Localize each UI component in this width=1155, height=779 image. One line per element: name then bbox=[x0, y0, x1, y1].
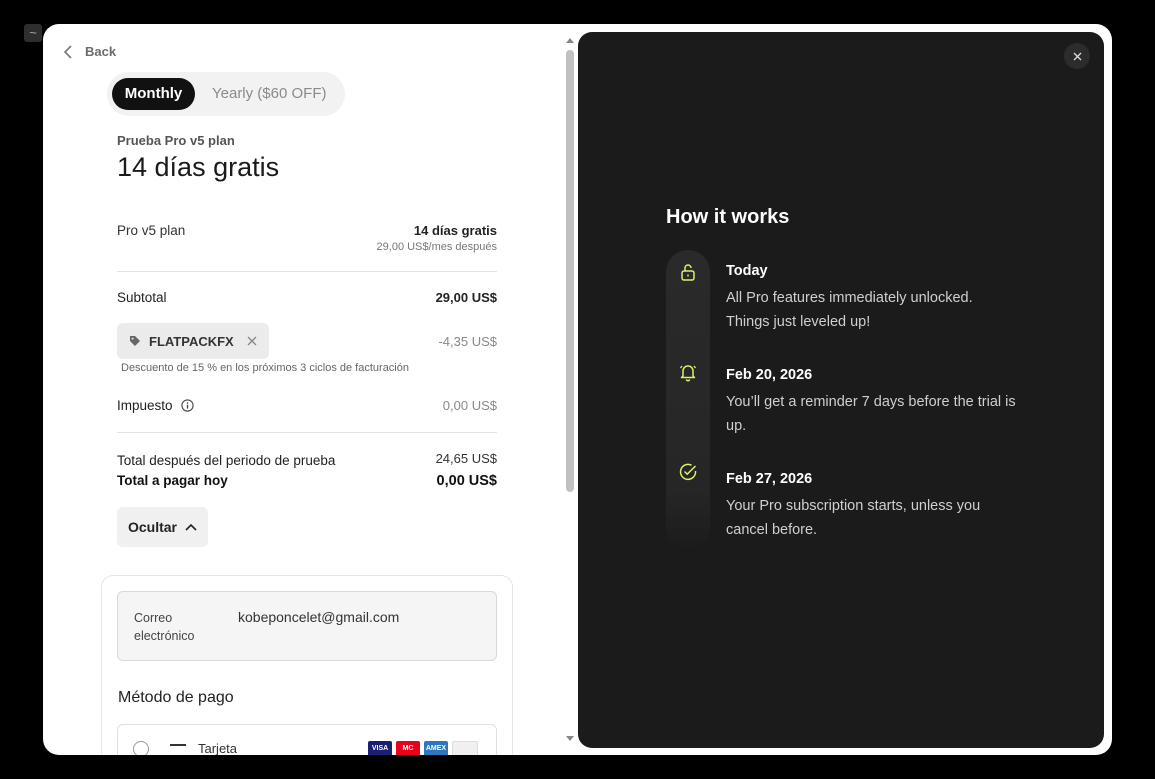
plan-after-price: 29,00 US$/mes después bbox=[376, 241, 497, 253]
bell-icon bbox=[679, 365, 697, 382]
due-today-row: Total a pagar hoy 0,00 US$ bbox=[117, 473, 497, 493]
subtotal-row: Subtotal 29,00 US$ bbox=[117, 290, 497, 308]
chevron-up-icon bbox=[185, 523, 197, 531]
plan-price: 14 días gratis bbox=[413, 223, 497, 238]
coupon-amount-row: -4,35 US$ bbox=[117, 334, 497, 352]
mastercard-logo: MC bbox=[396, 741, 420, 755]
step-text: Your Pro subscription starts, unless you… bbox=[726, 498, 981, 538]
plan-row: Pro v5 plan 14 días gratis 29,00 US$/mes… bbox=[117, 223, 497, 257]
unlock-icon bbox=[681, 264, 695, 281]
chevron-left-icon bbox=[63, 44, 72, 59]
back-button[interactable]: Back bbox=[63, 44, 116, 59]
subtotal-label: Subtotal bbox=[117, 290, 167, 305]
step-text: You’ll get a reminder 7 days before the … bbox=[726, 394, 1016, 434]
email-value: kobeponcelet@gmail.com bbox=[238, 609, 400, 625]
step-text: All Pro features immediately unlocked. T… bbox=[726, 290, 973, 330]
plan-name: Pro v5 plan bbox=[117, 223, 186, 238]
email-label: Correo electrónico bbox=[134, 611, 195, 643]
visa-logo: VISA bbox=[368, 741, 392, 755]
amex-logo: AMEX bbox=[424, 741, 448, 755]
toggle-monthly[interactable]: Monthly bbox=[112, 78, 195, 110]
check-circle-icon bbox=[679, 463, 697, 481]
billing-toggle: Monthly Yearly ($60 OFF) bbox=[107, 72, 345, 116]
plan-subtitle: Prueba Pro v5 plan bbox=[117, 133, 235, 148]
payment-method-title: Método de pago bbox=[118, 689, 234, 706]
subtotal-value: 29,00 US$ bbox=[435, 290, 497, 305]
discover-logo bbox=[452, 741, 478, 755]
close-button[interactable] bbox=[1064, 43, 1090, 69]
toggle-yearly[interactable]: Yearly ($60 OFF) bbox=[212, 78, 327, 110]
plan-title: 14 días gratis bbox=[117, 152, 280, 182]
email-field[interactable]: Correo electrónico kobeponcelet@gmail.co… bbox=[117, 591, 497, 661]
tax-label: Impuesto bbox=[117, 398, 173, 413]
divider bbox=[117, 271, 497, 272]
tax-row: Impuesto 0,00 US$ bbox=[117, 398, 497, 416]
checkout-modal: Back Monthly Yearly ($60 OFF) Prueba Pro… bbox=[43, 24, 1112, 755]
card-brands: VISA MC AMEX bbox=[368, 741, 478, 755]
back-label: Back bbox=[85, 44, 117, 59]
payment-option-card[interactable]: Tarjeta VISA MC AMEX bbox=[117, 724, 497, 755]
scrollbar-thumb[interactable] bbox=[566, 50, 574, 492]
divider bbox=[117, 432, 497, 433]
after-trial-label: Total después del periodo de prueba bbox=[117, 453, 336, 468]
checkout-pane: Back Monthly Yearly ($60 OFF) Prueba Pro… bbox=[43, 24, 563, 755]
coupon-note: Descuento de 15 % en los próximos 3 cicl… bbox=[121, 362, 409, 374]
hide-details-label: Ocultar bbox=[127, 519, 177, 535]
payment-card: Correo electrónico kobeponcelet@gmail.co… bbox=[101, 575, 513, 755]
coupon-amount: -4,35 US$ bbox=[438, 334, 497, 349]
payment-option-label: Tarjeta bbox=[198, 741, 238, 755]
tax-value: 0,00 US$ bbox=[442, 398, 497, 413]
info-icon[interactable] bbox=[180, 399, 194, 412]
app-icon: ~ bbox=[24, 24, 42, 42]
scroll-down-arrow[interactable] bbox=[566, 736, 574, 741]
scroll-up-arrow[interactable] bbox=[566, 38, 574, 43]
step-title: Feb 20, 2026 bbox=[726, 367, 813, 383]
how-it-works-title: How it works bbox=[666, 206, 790, 228]
due-today-value: 0,00 US$ bbox=[436, 473, 497, 489]
close-icon bbox=[1073, 52, 1081, 60]
credit-card-icon bbox=[170, 744, 186, 755]
step-title: Feb 27, 2026 bbox=[726, 471, 813, 487]
after-trial-value: 24,65 US$ bbox=[435, 451, 497, 466]
card-radio[interactable] bbox=[133, 741, 149, 755]
timeline-rail bbox=[666, 250, 710, 550]
hide-details-button[interactable]: Ocultar bbox=[117, 507, 208, 547]
due-today-label: Total a pagar hoy bbox=[117, 473, 228, 488]
scrollbar[interactable] bbox=[565, 34, 575, 745]
after-trial-row: Total después del periodo de prueba 24,6… bbox=[117, 451, 497, 469]
step-title: Today bbox=[726, 263, 768, 279]
how-it-works-panel: How it works Today All Pro features imme… bbox=[578, 32, 1104, 748]
